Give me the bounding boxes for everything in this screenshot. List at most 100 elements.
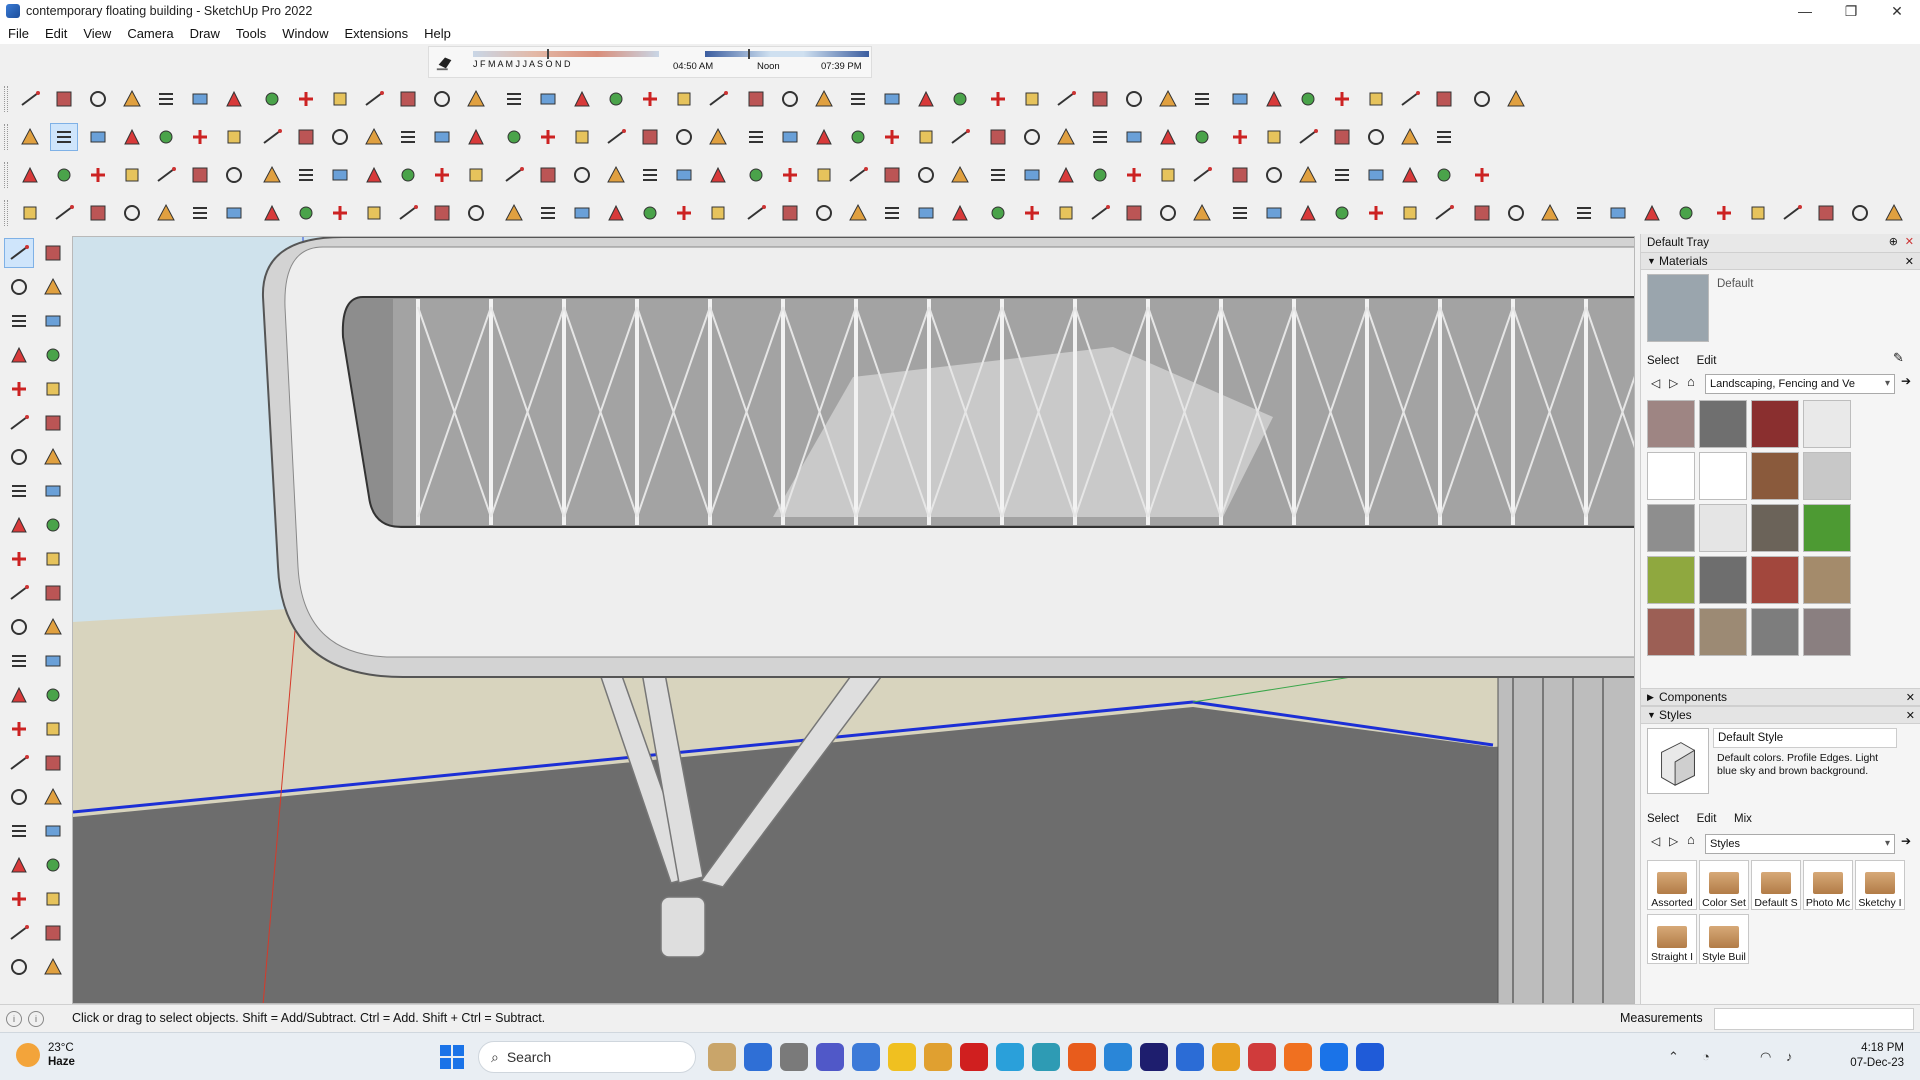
tool-palette-button[interactable]	[4, 476, 34, 506]
toolbar-button[interactable]	[360, 123, 388, 151]
toolbar-button[interactable]	[1086, 85, 1114, 113]
toolbar-button[interactable]	[1294, 85, 1322, 113]
toolbar-button[interactable]	[1086, 199, 1114, 227]
toolbar-button[interactable]	[636, 85, 664, 113]
taskbar-app-icon[interactable]	[996, 1043, 1024, 1071]
tool-palette-button[interactable]	[38, 918, 68, 948]
material-swatch[interactable]	[1803, 608, 1851, 656]
wifi-icon[interactable]: ◠	[1760, 1049, 1771, 1065]
toolbar-button[interactable]	[1328, 123, 1356, 151]
toolbar-button[interactable]	[500, 85, 528, 113]
toolbar-button[interactable]	[292, 123, 320, 151]
toolbar-button[interactable]	[1468, 199, 1496, 227]
tool-palette-button[interactable]	[4, 748, 34, 778]
toolbar-button[interactable]	[704, 199, 732, 227]
shadow-toggle-button[interactable]	[433, 50, 457, 74]
toolbar-button[interactable]	[670, 123, 698, 151]
toolbar-button[interactable]	[912, 161, 940, 189]
toolbar-button[interactable]	[1430, 199, 1458, 227]
tool-palette-button[interactable]	[4, 238, 34, 268]
tool-palette-button[interactable]	[4, 306, 34, 336]
tool-palette-button[interactable]	[38, 306, 68, 336]
toolbar-button[interactable]	[360, 161, 388, 189]
toolbar-button[interactable]	[220, 199, 248, 227]
toolbar-button[interactable]	[428, 161, 456, 189]
toolbar-grip[interactable]	[4, 162, 8, 188]
material-swatch[interactable]	[1647, 504, 1695, 552]
toolbar-button[interactable]	[534, 199, 562, 227]
style-folder[interactable]: Assorted	[1647, 860, 1697, 910]
tool-palette-button[interactable]	[4, 918, 34, 948]
restore-button[interactable]: ❐	[1828, 0, 1874, 22]
tool-palette-button[interactable]	[38, 646, 68, 676]
taskbar-app-icon[interactable]	[744, 1043, 772, 1071]
style-folder[interactable]: Color Set	[1699, 860, 1749, 910]
styles-home-icon[interactable]: ⌂	[1687, 832, 1695, 847]
toolbar-button[interactable]	[742, 199, 770, 227]
tool-palette-button[interactable]	[38, 748, 68, 778]
taskbar-app-icon[interactable]	[1212, 1043, 1240, 1071]
toolbar-button[interactable]	[878, 85, 906, 113]
style-folder[interactable]: Default S	[1751, 860, 1801, 910]
material-swatch[interactable]	[1699, 556, 1747, 604]
toolbar-button[interactable]	[1294, 199, 1322, 227]
toolbar-button[interactable]	[118, 199, 146, 227]
toolbar-button[interactable]	[534, 85, 562, 113]
weather-widget[interactable]: 23°C Haze	[16, 1041, 75, 1069]
tool-palette-button[interactable]	[38, 476, 68, 506]
toolbar-button[interactable]	[1086, 161, 1114, 189]
toolbar-button[interactable]	[912, 123, 940, 151]
tool-palette-button[interactable]	[38, 782, 68, 812]
toolbar-button[interactable]	[152, 199, 180, 227]
menu-view[interactable]: View	[75, 26, 119, 41]
toolbar-button[interactable]	[1154, 199, 1182, 227]
taskbar-app-icon[interactable]	[1032, 1043, 1060, 1071]
tool-palette-button[interactable]	[38, 510, 68, 540]
tool-palette-button[interactable]	[4, 782, 34, 812]
toolbar-button[interactable]	[1812, 199, 1840, 227]
toolbar-button[interactable]	[1154, 161, 1182, 189]
toolbar-button[interactable]	[152, 85, 180, 113]
toolbar-button[interactable]	[1396, 199, 1424, 227]
geolocation-icon[interactable]: i	[6, 1010, 22, 1027]
tool-palette-button[interactable]	[38, 952, 68, 982]
menu-edit[interactable]: Edit	[37, 26, 75, 41]
toolbar-button[interactable]	[1362, 199, 1390, 227]
toolbar-button[interactable]	[984, 85, 1012, 113]
toolbar-button[interactable]	[1604, 199, 1632, 227]
tool-palette-button[interactable]	[38, 816, 68, 846]
tool-palette-button[interactable]	[38, 680, 68, 710]
toolbar-button[interactable]	[1154, 85, 1182, 113]
toolbar-button[interactable]	[946, 161, 974, 189]
toolbar-button[interactable]	[568, 199, 596, 227]
toolbar-button[interactable]	[670, 161, 698, 189]
toolbar-button[interactable]	[50, 161, 78, 189]
toolbar-button[interactable]	[84, 199, 112, 227]
tool-palette-button[interactable]	[4, 340, 34, 370]
toolbar-grip[interactable]	[4, 86, 8, 112]
menu-help[interactable]: Help	[416, 26, 459, 41]
toolbar-button[interactable]	[258, 123, 286, 151]
close-tray-button[interactable]: ✕	[1905, 235, 1914, 248]
menu-extensions[interactable]: Extensions	[337, 26, 417, 41]
styles-select-tab[interactable]: Select	[1647, 813, 1679, 825]
toolbar-button[interactable]	[1328, 199, 1356, 227]
info-icon[interactable]: i	[28, 1010, 44, 1027]
toolbar-button[interactable]	[844, 85, 872, 113]
material-swatch[interactable]	[1647, 556, 1695, 604]
volume-icon[interactable]: ♪	[1786, 1049, 1793, 1064]
toolbar-button[interactable]	[1430, 161, 1458, 189]
toolbar-button[interactable]	[428, 123, 456, 151]
taskbar-app-icon[interactable]	[816, 1043, 844, 1071]
home-icon[interactable]: ⌂	[1687, 374, 1695, 389]
toolbar-button[interactable]	[810, 123, 838, 151]
material-swatch[interactable]	[1751, 608, 1799, 656]
toolbar-button[interactable]	[1188, 85, 1216, 113]
taskbar-app-icon[interactable]	[852, 1043, 880, 1071]
material-swatch[interactable]	[1699, 400, 1747, 448]
material-swatch[interactable]	[1699, 452, 1747, 500]
start-button[interactable]	[440, 1045, 464, 1069]
material-swatch[interactable]	[1803, 452, 1851, 500]
tool-palette-button[interactable]	[38, 884, 68, 914]
toolbar-button[interactable]	[1120, 85, 1148, 113]
